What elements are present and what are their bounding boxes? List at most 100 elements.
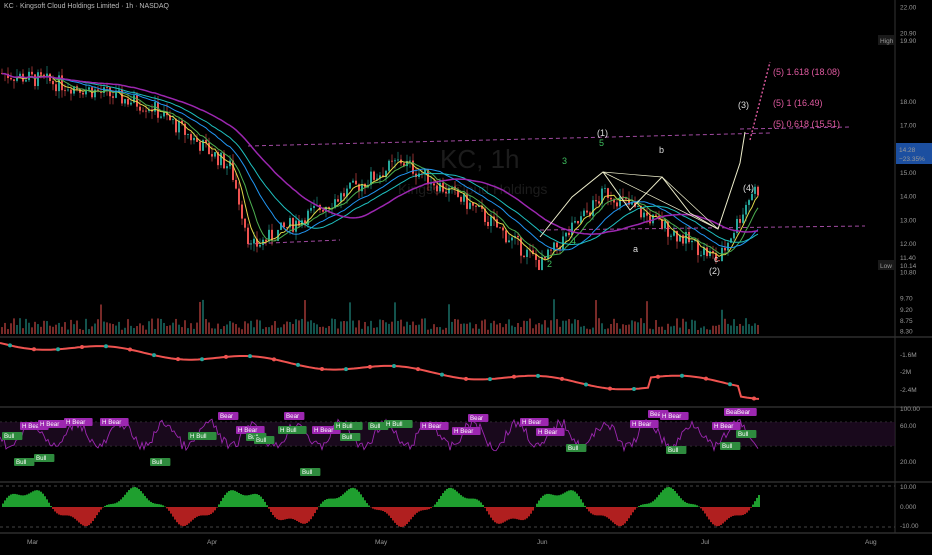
divergence-label: Bull xyxy=(16,459,26,466)
volume-bar xyxy=(601,323,603,334)
oscillator-bar xyxy=(284,507,286,519)
candle-body xyxy=(526,250,528,257)
oscillator-bar xyxy=(552,495,554,507)
oscillator-bar xyxy=(740,507,742,515)
obv-dot xyxy=(344,367,348,371)
price-chart[interactable]: KC, 1h Kingsoft Cloud Holdings BullBullB… xyxy=(0,0,932,550)
candle-body xyxy=(724,248,726,251)
volume-bar xyxy=(322,327,324,334)
candle-body xyxy=(193,138,195,140)
candle-body xyxy=(496,219,498,227)
candle-body xyxy=(265,240,267,242)
volume-bar xyxy=(73,324,75,334)
volume-bar xyxy=(502,327,504,334)
oscillator-bar xyxy=(118,501,120,507)
oscillator-bar xyxy=(666,487,668,507)
candle-body xyxy=(283,222,285,227)
divergence-label: Bull xyxy=(342,434,352,441)
obv-dot xyxy=(560,377,564,381)
volume-bar xyxy=(88,329,90,334)
oscillator-bar xyxy=(110,504,112,507)
candle-body xyxy=(598,201,600,203)
oscillator-bar xyxy=(144,496,146,507)
oscillator-bar xyxy=(290,507,292,519)
obv-dot xyxy=(440,373,444,377)
oscillator-bar xyxy=(28,494,30,507)
candle-body xyxy=(223,153,225,168)
candle-body xyxy=(139,107,141,111)
oscillator-bar xyxy=(56,507,58,513)
volume-bar xyxy=(496,324,498,334)
osc-tick: -10.00 xyxy=(900,523,919,530)
volume-bar xyxy=(487,330,489,334)
candle-body xyxy=(583,211,585,217)
volume-bar xyxy=(40,327,42,334)
oscillator-bar xyxy=(310,507,312,519)
oscillator-bar xyxy=(686,503,688,507)
oscillator-bar xyxy=(324,500,326,507)
volume-bar xyxy=(295,319,297,334)
volume-bar xyxy=(220,329,222,334)
volume-bar xyxy=(238,328,240,334)
candle-body xyxy=(748,200,750,205)
oscillator-bar xyxy=(530,507,532,514)
volume-bar xyxy=(631,320,633,334)
oscillator-bar xyxy=(372,507,374,509)
time-label-apr: Apr xyxy=(207,539,218,546)
volume-bar xyxy=(250,321,252,334)
oscillator-bar xyxy=(166,507,168,508)
divergence-label: H Bull xyxy=(280,427,297,434)
oscillator-bar xyxy=(726,507,728,520)
oscillator-bar xyxy=(424,507,426,510)
volume-bar xyxy=(442,330,444,334)
oscillator-bar xyxy=(566,491,568,507)
oscillator-bar xyxy=(436,502,438,507)
volume-bar xyxy=(154,329,156,334)
volume-bar xyxy=(145,330,147,334)
volume-bar xyxy=(406,322,408,334)
oscillator-bar xyxy=(522,507,524,520)
oscillator-bar xyxy=(494,507,496,522)
oscillator-bar xyxy=(88,507,90,525)
wave-label-green-2: 2 xyxy=(547,259,552,269)
candle-body xyxy=(226,166,228,168)
candle-body xyxy=(349,183,351,189)
oscillator-bar xyxy=(342,494,344,507)
oscillator-bar xyxy=(392,507,394,520)
oscillator-bar xyxy=(130,488,132,507)
oscillator-bar xyxy=(476,499,478,507)
volume-bar xyxy=(733,319,735,334)
oscillator-bar xyxy=(368,505,370,507)
obv-dot xyxy=(224,355,228,359)
volume-bar xyxy=(445,328,447,334)
volume-bar xyxy=(115,326,117,334)
volume-bar xyxy=(4,323,6,334)
volume-bar xyxy=(637,322,639,334)
candle-body xyxy=(745,205,747,215)
oscillator-bar xyxy=(74,507,76,519)
oscillator-bar xyxy=(386,507,388,514)
oscillator-bar xyxy=(352,488,354,507)
obv-dot xyxy=(104,344,108,348)
volume-bar xyxy=(352,321,354,334)
oscillator-bar xyxy=(758,495,760,507)
oscillator-bar xyxy=(108,504,110,507)
oscillator-bar xyxy=(106,505,108,507)
volume-bar xyxy=(118,322,120,334)
volume-bar xyxy=(700,328,702,334)
volume-bar xyxy=(58,323,60,334)
volume-bar xyxy=(202,300,204,334)
fib-target-1618: (5) 1.618 (18.08) xyxy=(773,67,840,77)
oscillator-bar xyxy=(44,496,46,507)
candle-body xyxy=(355,181,357,185)
oscillator-bar xyxy=(16,494,18,507)
chart-stage[interactable]: KC · Kingsoft Cloud Holdings Limited · 1… xyxy=(0,0,932,550)
oscillator-bar xyxy=(54,507,56,511)
volume-bar xyxy=(511,326,513,334)
divergence-label: Bull xyxy=(738,431,748,438)
volume-bar xyxy=(424,318,426,334)
obv-dot xyxy=(392,364,396,368)
oscillator-bar xyxy=(258,495,260,507)
candle-body xyxy=(112,96,114,98)
volume-bar xyxy=(172,323,174,334)
